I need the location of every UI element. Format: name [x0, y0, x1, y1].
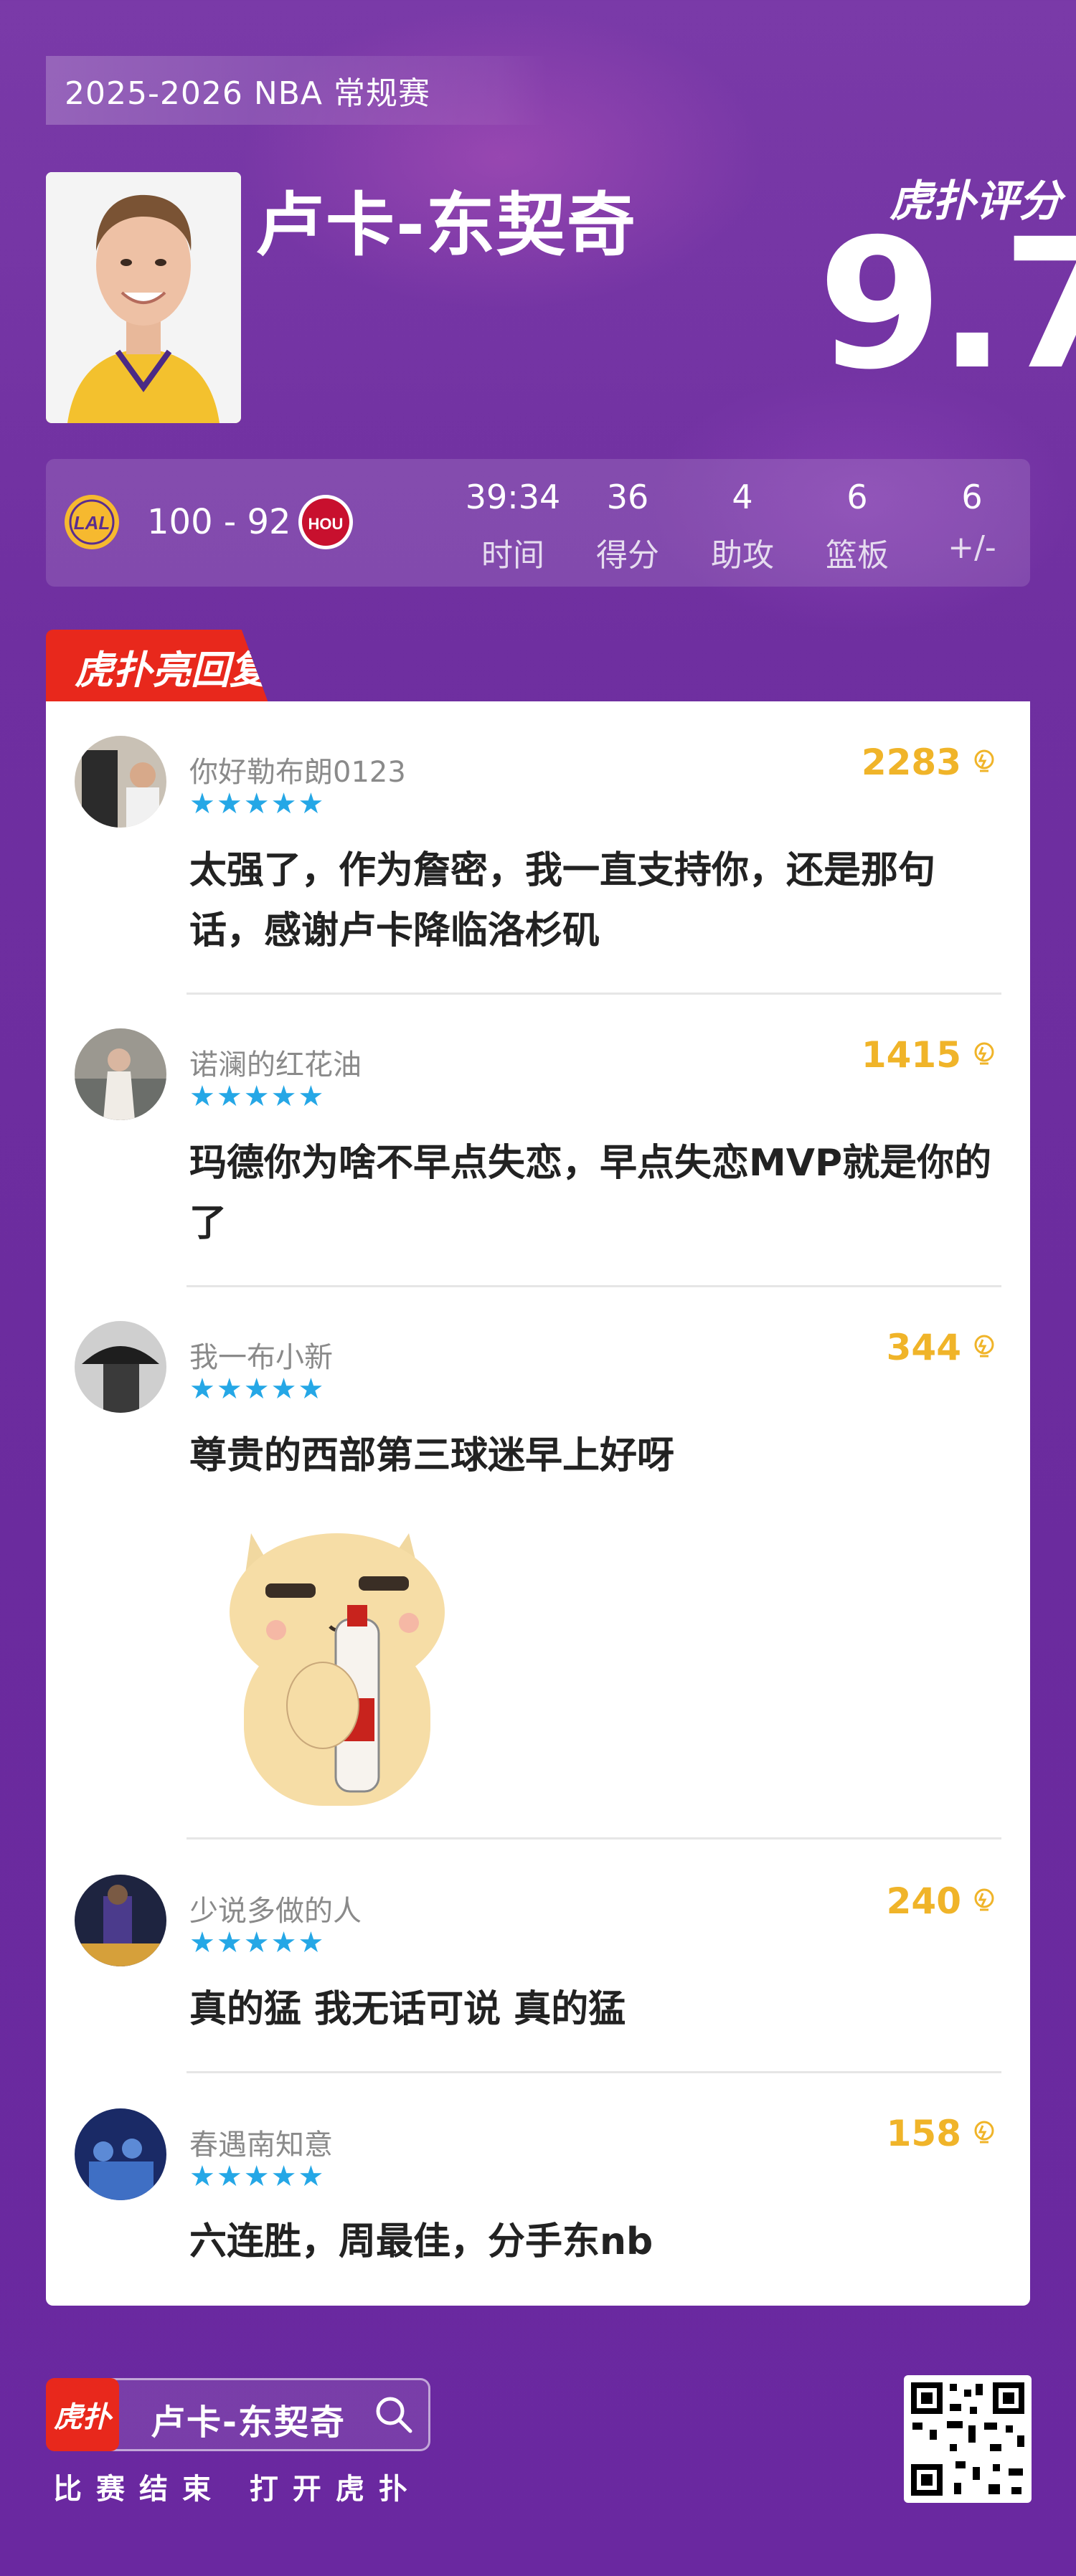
player-photo [46, 172, 241, 423]
comment-rating-stars: ★★★★★ [189, 787, 326, 820]
comment-avatar[interactable] [75, 2108, 166, 2200]
comment-likes: 2283 [861, 742, 961, 783]
comment-divider [187, 2071, 1001, 2073]
player-name: 卢卡-东契奇 [255, 185, 637, 265]
comment-text: 真的猛 我无话可说 真的猛 [189, 1988, 626, 2031]
lakers-logo-icon: LAL [63, 493, 121, 551]
stat-plusminus-value: 6 [961, 478, 983, 516]
player-portrait-illustration [46, 172, 241, 423]
search-icon[interactable] [373, 2394, 415, 2435]
game-score: 100 - 92 [147, 502, 291, 542]
lightbulb-icon[interactable] [971, 1334, 997, 1360]
comment-likes: 1415 [861, 1034, 961, 1076]
comment-likes: 158 [886, 2113, 961, 2154]
comment-divider [187, 1285, 1001, 1287]
comment-rating-stars: ★★★★★ [189, 1080, 326, 1113]
comment-divider [187, 993, 1001, 995]
lightbulb-icon[interactable] [971, 2120, 997, 2146]
stat-points-label: 得分 [596, 537, 659, 574]
comment-sticker-image[interactable] [201, 1505, 488, 1806]
comment-avatar[interactable] [75, 1875, 166, 1966]
comment-username[interactable]: 诺澜的红花油 [189, 1041, 362, 1083]
player-rating: 9.7 [818, 200, 1076, 409]
comment-username[interactable]: 春遇南知意 [189, 2121, 333, 2163]
comment-likes: 344 [886, 1327, 961, 1368]
hupu-logo: 虎扑 [46, 2378, 119, 2451]
stat-assists-value: 4 [732, 478, 753, 516]
rockets-logo-icon: HOU [297, 493, 354, 551]
comment-text: 太强了，作为詹密，我一直支持你，还是那句话，感谢卢卡降临洛杉矶 [189, 849, 936, 952]
lightbulb-icon[interactable] [971, 749, 997, 775]
comment-avatar[interactable] [75, 736, 166, 828]
comment-rating-stars: ★★★★★ [189, 1373, 326, 1406]
comment-rating-stars: ★★★★★ [189, 1926, 326, 1959]
stat-time-label: 时间 [481, 537, 544, 574]
stat-assists-label: 助攻 [711, 537, 774, 574]
qr-code [904, 2375, 1032, 2503]
comment-rating-stars: ★★★★★ [189, 2160, 326, 2193]
lakers-logo-text: LAL [74, 512, 110, 534]
lightbulb-icon[interactable] [971, 1041, 997, 1067]
footer-caption: 比赛结束 打开虎扑 [53, 2473, 422, 2506]
comment-username[interactable]: 我一布小新 [189, 1334, 333, 1375]
comment-avatar[interactable] [75, 1028, 166, 1120]
comment-text: 玛德你为啥不早点失恋，早点失恋MVP就是你的了 [189, 1142, 992, 1245]
comment-avatar[interactable] [75, 1321, 166, 1413]
stat-rebounds-label: 篮板 [826, 537, 889, 574]
stat-rebounds-value: 6 [846, 478, 868, 516]
comment-username[interactable]: 你好勒布朗0123 [189, 749, 406, 790]
comment-likes: 240 [886, 1880, 961, 1922]
hot-replies-tag: 虎扑亮回复 [46, 630, 268, 703]
season-tag: 2025-2026 NBA 常规赛 [46, 56, 548, 125]
stat-time-value: 39:34 [465, 478, 561, 516]
comment-text: 六连胜，周最佳，分手东nb [189, 2220, 653, 2263]
comment-username[interactable]: 少说多做的人 [189, 1888, 362, 1929]
stat-plusminus-label: +/- [948, 529, 996, 566]
rockets-logo-text: HOU [308, 515, 344, 533]
stat-points-value: 36 [606, 478, 649, 516]
lightbulb-icon[interactable] [971, 1888, 997, 1913]
search-query[interactable]: 卢卡-东契奇 [151, 2394, 346, 2444]
comment-text: 尊贵的西部第三球迷早上好呀 [189, 1434, 675, 1477]
comment-divider [187, 1837, 1001, 1839]
